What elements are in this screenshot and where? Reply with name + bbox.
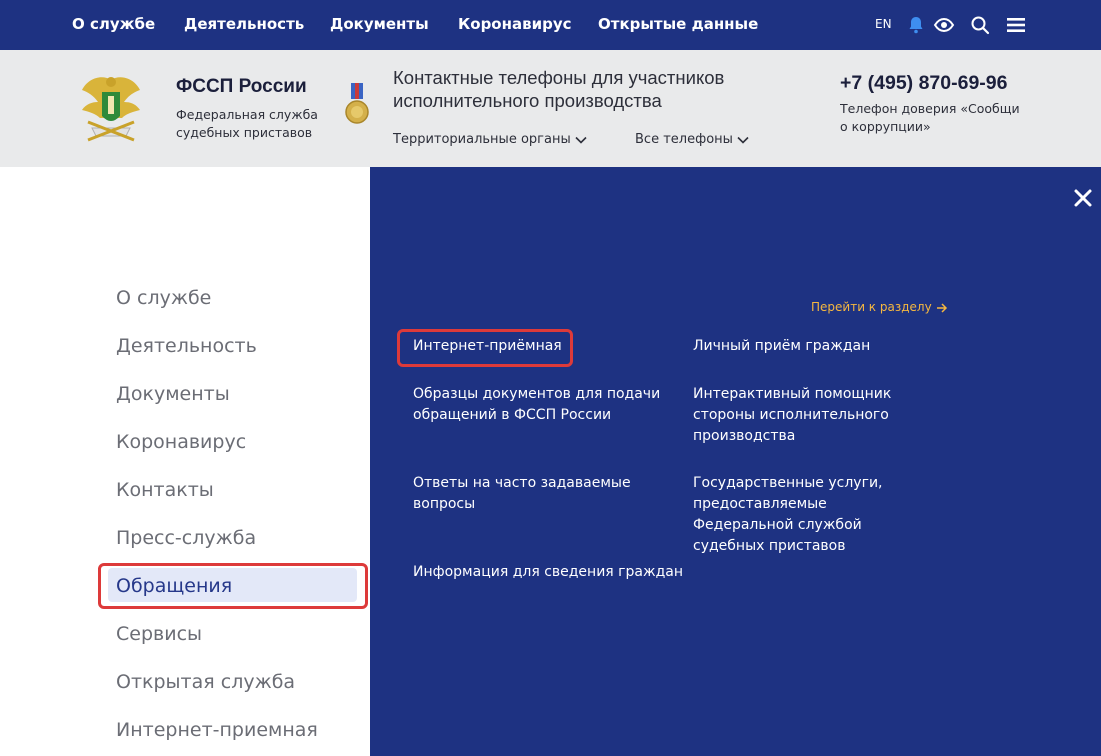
bell-icon[interactable] xyxy=(904,13,928,37)
chevron-down-icon xyxy=(737,136,749,144)
goto-section-label: Перейти к разделу xyxy=(811,300,932,314)
menu-item-documents[interactable]: Документы xyxy=(116,383,230,405)
site-header: ФССП России Федеральная служба судебных … xyxy=(0,50,1101,167)
link-document-samples[interactable]: Образцы документов для подачи обращений … xyxy=(413,384,663,426)
main-phone[interactable]: +7 (495) 870-69-96 xyxy=(840,72,1008,95)
eye-icon[interactable] xyxy=(932,13,956,37)
menu-item-open-service[interactable]: Открытая служба xyxy=(116,671,295,693)
highlight-box xyxy=(98,563,368,609)
menu-item-activity[interactable]: Деятельность xyxy=(116,335,257,357)
topnav-coronavirus[interactable]: Коронавирус xyxy=(458,15,572,33)
menu-icon[interactable] xyxy=(1004,13,1028,37)
brand-title[interactable]: ФССП России xyxy=(176,76,307,98)
medal-icon xyxy=(345,83,369,124)
search-icon[interactable] xyxy=(968,13,992,37)
chevron-down-icon xyxy=(575,136,587,144)
menu-item-about[interactable]: О службе xyxy=(116,287,211,309)
menu-item-contacts[interactable]: Контакты xyxy=(116,479,214,501)
link-public-services[interactable]: Государственные услуги, предоставляемые … xyxy=(693,473,928,557)
link-citizen-info[interactable]: Информация для сведения граждан xyxy=(413,562,683,583)
contacts-title: Контактные телефоны для участников испол… xyxy=(393,67,725,111)
hotline-text: Телефон доверия «Сообщи о коррупции» xyxy=(840,101,1020,134)
all-phones-dropdown[interactable]: Все телефоны xyxy=(635,132,749,147)
menu-item-services[interactable]: Сервисы xyxy=(116,623,202,645)
menu-item-press[interactable]: Пресс-служба xyxy=(116,527,256,549)
territorial-dropdown[interactable]: Территориальные органы xyxy=(393,132,587,147)
topnav-about[interactable]: О службе xyxy=(72,15,155,33)
language-switch-en[interactable]: EN xyxy=(875,17,892,31)
menu-item-coronavirus[interactable]: Коронавирус xyxy=(116,431,246,453)
topnav-activity[interactable]: Деятельность xyxy=(184,15,304,33)
menu-item-internet-reception[interactable]: Интернет-приемная xyxy=(116,719,318,741)
topnav-documents[interactable]: Документы xyxy=(330,15,429,33)
main-menu-list: О службе Деятельность Документы Коронави… xyxy=(0,167,370,756)
link-personal-reception[interactable]: Личный приём граждан xyxy=(693,336,933,357)
close-icon[interactable] xyxy=(1073,188,1093,208)
link-interactive-assistant[interactable]: Интерактивный помощник стороны исполните… xyxy=(693,384,898,447)
highlight-box xyxy=(397,329,573,367)
all-phones-dropdown-label: Все телефоны xyxy=(635,132,733,147)
submenu-panel: Перейти к разделу Интернет-приёмная Обра… xyxy=(370,167,1101,756)
top-navigation: О службе Деятельность Документы Коронави… xyxy=(0,0,1101,50)
territorial-dropdown-label: Территориальные органы xyxy=(393,132,571,147)
brand-subtitle: Федеральная служба судебных приставов xyxy=(176,107,318,140)
arrow-right-icon xyxy=(936,302,947,313)
topnav-open-data[interactable]: Открытые данные xyxy=(598,15,758,33)
goto-section-link[interactable]: Перейти к разделу xyxy=(811,300,948,314)
link-faq[interactable]: Ответы на часто задаваемые вопросы xyxy=(413,473,643,515)
fssp-emblem-logo[interactable] xyxy=(78,70,144,146)
